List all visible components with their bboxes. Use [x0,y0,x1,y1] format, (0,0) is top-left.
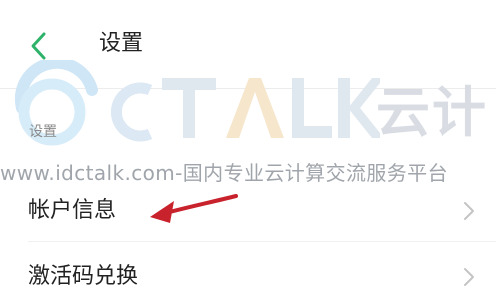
chevron-right-icon [464,268,474,286]
header-divider [0,88,496,89]
watermark-url-text: www.idctalk.com-国内专业云计算交流服务平台 [0,161,448,185]
chevron-right-icon [464,202,474,220]
section-label: 设置 [29,124,57,140]
chevron-left-icon [31,32,46,60]
page-title: 设置 [99,31,144,56]
account-info-label: 帐户信息 [28,198,117,223]
account-info-row[interactable]: 帐户信息 [0,183,496,242]
header: 设置 [0,0,496,88]
activation-code-label: 激活码兑换 [28,264,139,289]
activation-code-row[interactable]: 激活码兑换 [0,249,496,307]
row-divider [28,241,496,242]
back-button[interactable] [26,26,60,66]
